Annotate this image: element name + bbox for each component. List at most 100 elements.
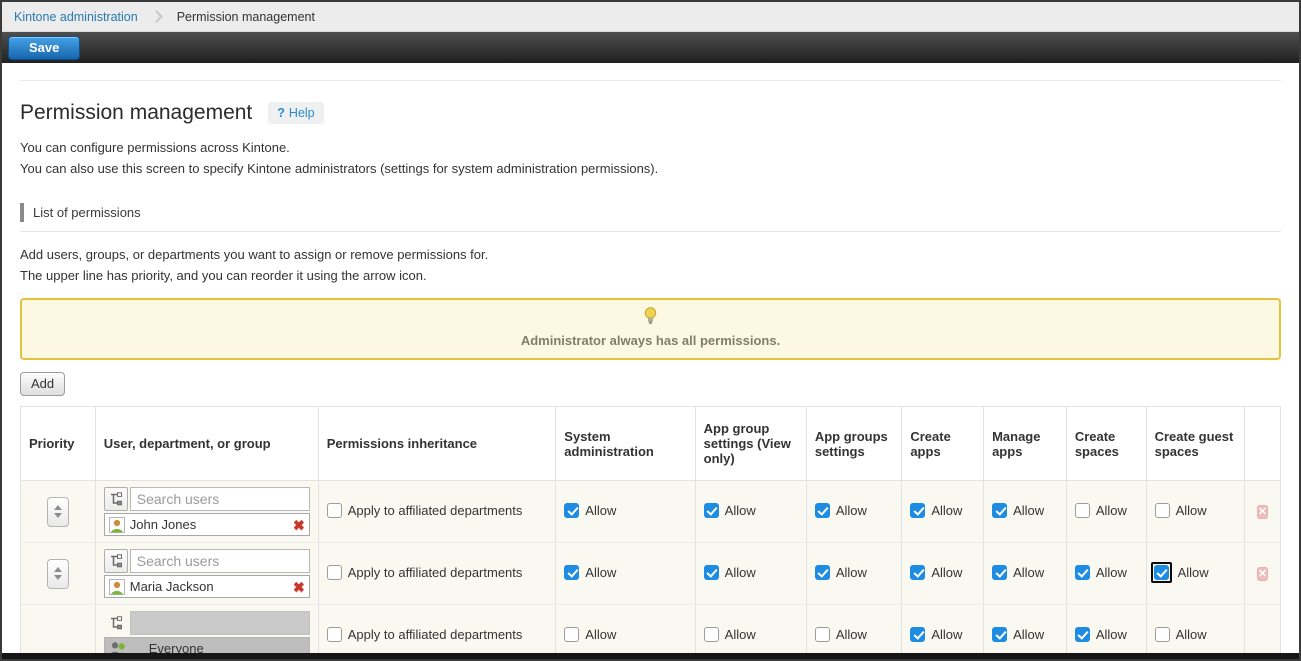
allow-option[interactable]: Allow bbox=[1155, 503, 1207, 518]
allow-label: Allow bbox=[1096, 627, 1127, 642]
inheritance-option[interactable]: Apply to affiliated departments bbox=[327, 627, 523, 642]
org-tree-icon bbox=[109, 492, 123, 506]
allow-checkbox[interactable] bbox=[992, 565, 1007, 580]
admin-notice-box: Administrator always has all permissions… bbox=[20, 298, 1281, 360]
header-permissions-inheritance: Permissions inheritance bbox=[318, 407, 556, 481]
allow-checkbox[interactable] bbox=[1075, 627, 1090, 642]
allow-label: Allow bbox=[836, 503, 867, 518]
inheritance-cell: Apply to affiliated departments bbox=[318, 543, 556, 605]
allow-option[interactable]: Allow bbox=[704, 627, 756, 642]
delete-row-button[interactable]: ✕ bbox=[1257, 505, 1268, 519]
allow-option[interactable]: Allow bbox=[910, 565, 962, 580]
allow-option[interactable]: Allow bbox=[910, 503, 962, 518]
allow-label: Allow bbox=[585, 565, 616, 580]
section-title: List of permissions bbox=[33, 205, 141, 220]
org-tree-picker-button[interactable] bbox=[104, 487, 128, 511]
allow-option[interactable]: Allow bbox=[815, 503, 867, 518]
breadcrumb-link-kintone-administration[interactable]: Kintone administration bbox=[14, 10, 138, 24]
allow-checkbox[interactable] bbox=[910, 503, 925, 518]
reorder-priority-control[interactable] bbox=[47, 559, 69, 589]
create-guest-spaces-cell: Allow bbox=[1146, 543, 1244, 605]
allow-checkbox[interactable] bbox=[815, 565, 830, 580]
inheritance-option[interactable]: Apply to affiliated departments bbox=[327, 565, 523, 580]
priority-cell bbox=[21, 543, 96, 605]
allow-checkbox[interactable] bbox=[1075, 503, 1090, 518]
help-label: Help bbox=[289, 106, 315, 120]
allow-option[interactable]: Allow bbox=[564, 627, 616, 642]
search-users-input[interactable] bbox=[130, 487, 310, 511]
org-tree-icon bbox=[109, 616, 123, 630]
allow-option[interactable]: Allow bbox=[992, 503, 1044, 518]
allow-option[interactable]: Allow bbox=[1155, 565, 1209, 580]
allow-option[interactable]: Allow bbox=[815, 627, 867, 642]
allow-checkbox[interactable] bbox=[992, 627, 1007, 642]
inheritance-checkbox[interactable] bbox=[327, 627, 342, 642]
inheritance-checkbox[interactable] bbox=[327, 565, 342, 580]
allow-checkbox[interactable] bbox=[704, 503, 719, 518]
delete-row-button[interactable]: ✕ bbox=[1257, 567, 1268, 581]
inheritance-checkbox[interactable] bbox=[327, 503, 342, 518]
allow-checkbox[interactable] bbox=[815, 627, 830, 642]
allow-option[interactable]: Allow bbox=[1155, 627, 1207, 642]
help-link[interactable]: ? Help bbox=[268, 102, 323, 124]
header-create-spaces: Create spaces bbox=[1066, 407, 1146, 481]
section-marker bbox=[20, 203, 24, 222]
permissions-table: Priority User, department, or group Perm… bbox=[20, 406, 1281, 661]
move-down-icon[interactable] bbox=[54, 575, 62, 580]
add-button[interactable]: Add bbox=[20, 372, 65, 396]
allow-option[interactable]: Allow bbox=[992, 565, 1044, 580]
allow-checkbox[interactable] bbox=[1155, 627, 1170, 642]
allow-option[interactable]: Allow bbox=[910, 627, 962, 642]
allow-checkbox[interactable] bbox=[704, 627, 719, 642]
app-group-settings-view-cell: Allow bbox=[695, 481, 806, 543]
bottom-bar bbox=[2, 653, 1299, 659]
app-groups-settings-cell: Allow bbox=[806, 481, 901, 543]
save-button[interactable]: Save bbox=[8, 36, 80, 60]
allow-option[interactable]: Allow bbox=[704, 503, 756, 518]
keyboard-focus-ring bbox=[1151, 562, 1172, 583]
breadcrumb-separator-icon bbox=[150, 10, 163, 23]
allow-checkbox[interactable] bbox=[992, 503, 1007, 518]
remove-user-icon[interactable]: ✖ bbox=[293, 518, 305, 532]
allow-checkbox[interactable] bbox=[815, 503, 830, 518]
allow-option[interactable]: Allow bbox=[1075, 565, 1127, 580]
description-line: You can configure permissions across Kin… bbox=[20, 137, 1281, 158]
allow-label: Allow bbox=[725, 627, 756, 642]
allow-checkbox[interactable] bbox=[910, 565, 925, 580]
instruction-line: The upper line has priority, and you can… bbox=[20, 265, 1281, 286]
org-tree-picker-button bbox=[104, 611, 128, 635]
allow-option[interactable]: Allow bbox=[564, 503, 616, 518]
move-up-icon[interactable] bbox=[54, 567, 62, 572]
row-actions-cell: ✕ bbox=[1245, 543, 1281, 605]
allow-label: Allow bbox=[1178, 565, 1209, 580]
allow-checkbox[interactable] bbox=[704, 565, 719, 580]
allow-checkbox[interactable] bbox=[1075, 565, 1090, 580]
allow-checkbox[interactable] bbox=[564, 503, 579, 518]
user-avatar-icon bbox=[109, 579, 125, 595]
allow-option[interactable]: Allow bbox=[1075, 627, 1127, 642]
allow-option[interactable]: Allow bbox=[564, 565, 616, 580]
search-users-input[interactable] bbox=[130, 549, 310, 573]
reorder-priority-control[interactable] bbox=[47, 497, 69, 527]
allow-option[interactable]: Allow bbox=[815, 565, 867, 580]
allow-checkbox[interactable] bbox=[1154, 565, 1169, 580]
inheritance-option[interactable]: Apply to affiliated departments bbox=[327, 503, 523, 518]
allow-option[interactable]: Allow bbox=[704, 565, 756, 580]
move-up-icon[interactable] bbox=[54, 505, 62, 510]
remove-user-icon[interactable]: ✖ bbox=[293, 580, 305, 594]
content-divider bbox=[20, 80, 1281, 81]
org-tree-picker-button[interactable] bbox=[104, 549, 128, 573]
allow-checkbox[interactable] bbox=[1155, 503, 1170, 518]
action-toolbar: Save bbox=[2, 32, 1299, 63]
allow-label: Allow bbox=[931, 627, 962, 642]
inheritance-cell: Apply to affiliated departments bbox=[318, 481, 556, 543]
priority-cell bbox=[21, 481, 96, 543]
allow-checkbox[interactable] bbox=[910, 627, 925, 642]
allow-option[interactable]: Allow bbox=[992, 627, 1044, 642]
allow-checkbox[interactable] bbox=[564, 565, 579, 580]
header-app-group-settings-view-only: App group settings (View only) bbox=[695, 407, 806, 481]
allow-label: Allow bbox=[1013, 565, 1044, 580]
allow-option[interactable]: Allow bbox=[1075, 503, 1127, 518]
allow-checkbox[interactable] bbox=[564, 627, 579, 642]
move-down-icon[interactable] bbox=[54, 513, 62, 518]
